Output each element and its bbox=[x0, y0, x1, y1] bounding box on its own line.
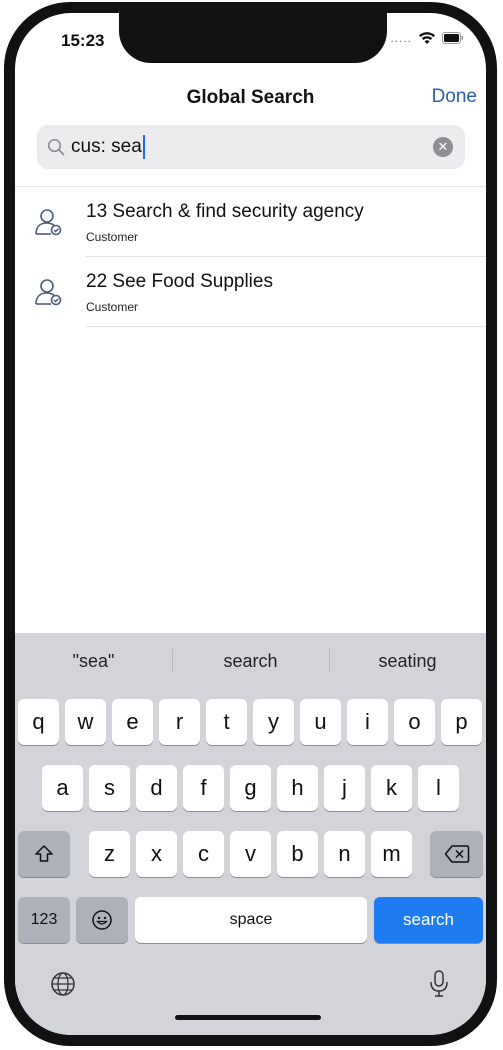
key-u[interactable]: u bbox=[300, 699, 341, 745]
text-cursor bbox=[142, 135, 145, 159]
emoji-icon bbox=[92, 910, 112, 930]
backspace-icon bbox=[444, 845, 469, 863]
key-g[interactable]: g bbox=[230, 765, 271, 811]
result-subtitle: Customer bbox=[86, 230, 139, 244]
emoji-key[interactable] bbox=[76, 897, 128, 943]
page-title: Global Search bbox=[186, 87, 315, 108]
key-e[interactable]: e bbox=[112, 699, 153, 745]
space-key[interactable]: space bbox=[135, 897, 367, 943]
key-t[interactable]: t bbox=[206, 699, 247, 745]
key-r[interactable]: r bbox=[159, 699, 200, 745]
globe-icon[interactable] bbox=[50, 971, 76, 1002]
key-k[interactable]: k bbox=[371, 765, 412, 811]
suggestion-bar: "sea" search seating bbox=[15, 633, 486, 689]
search-key[interactable]: search bbox=[374, 897, 483, 943]
result-subtitle: Customer bbox=[86, 300, 139, 314]
key-f[interactable]: f bbox=[183, 765, 224, 811]
customer-icon bbox=[34, 207, 64, 242]
result-title: 22 See Food Supplies bbox=[86, 271, 273, 292]
done-button[interactable]: Done bbox=[432, 86, 477, 108]
key-a[interactable]: a bbox=[42, 765, 83, 811]
key-m[interactable]: m bbox=[371, 831, 412, 877]
key-h[interactable]: h bbox=[277, 765, 318, 811]
microphone-icon[interactable] bbox=[429, 969, 449, 1004]
list-item[interactable]: 22 See Food Supplies Customer bbox=[15, 257, 486, 327]
shift-key[interactable] bbox=[18, 831, 70, 877]
delete-key[interactable] bbox=[430, 831, 483, 877]
key-n[interactable]: n bbox=[324, 831, 365, 877]
wifi-icon bbox=[418, 31, 436, 45]
key-z[interactable]: z bbox=[89, 831, 130, 877]
search-bar[interactable]: cus: sea ✕ bbox=[37, 125, 465, 169]
home-indicator[interactable] bbox=[175, 1015, 321, 1020]
key-i[interactable]: i bbox=[347, 699, 388, 745]
suggestion-item[interactable]: seating bbox=[329, 633, 486, 689]
key-q[interactable]: q bbox=[18, 699, 59, 745]
divider bbox=[86, 326, 486, 327]
suggestion-item[interactable]: "sea" bbox=[15, 633, 172, 689]
key-o[interactable]: o bbox=[394, 699, 435, 745]
key-p[interactable]: p bbox=[441, 699, 482, 745]
search-icon bbox=[47, 138, 65, 156]
key-c[interactable]: c bbox=[183, 831, 224, 877]
suggestion-item[interactable]: search bbox=[172, 633, 329, 689]
status-time: 15:23 bbox=[61, 31, 105, 50]
key-d[interactable]: d bbox=[136, 765, 177, 811]
keyboard: "sea" search seating q w e r t y u i o p… bbox=[15, 633, 486, 1035]
screen: 15:23 ..... Global Search Done cus: sea … bbox=[15, 13, 486, 1035]
numbers-key[interactable]: 123 bbox=[18, 897, 70, 943]
key-y[interactable]: y bbox=[253, 699, 294, 745]
list-item[interactable]: 13 Search & find security agency Custome… bbox=[15, 187, 486, 257]
key-s[interactable]: s bbox=[89, 765, 130, 811]
result-title: 13 Search & find security agency bbox=[86, 201, 364, 222]
phone-frame: 15:23 ..... Global Search Done cus: sea … bbox=[4, 2, 497, 1046]
key-b[interactable]: b bbox=[277, 831, 318, 877]
battery-icon bbox=[442, 32, 464, 44]
signal-indicator: ..... bbox=[390, 31, 412, 45]
key-l[interactable]: l bbox=[418, 765, 459, 811]
status-icons: ..... bbox=[390, 31, 464, 45]
shift-icon bbox=[35, 845, 53, 862]
key-j[interactable]: j bbox=[324, 765, 365, 811]
notch bbox=[119, 13, 387, 63]
key-v[interactable]: v bbox=[230, 831, 271, 877]
key-x[interactable]: x bbox=[136, 831, 177, 877]
clear-icon[interactable]: ✕ bbox=[433, 137, 453, 157]
search-input[interactable]: cus: sea bbox=[71, 136, 142, 158]
key-w[interactable]: w bbox=[65, 699, 106, 745]
customer-icon bbox=[34, 277, 64, 312]
